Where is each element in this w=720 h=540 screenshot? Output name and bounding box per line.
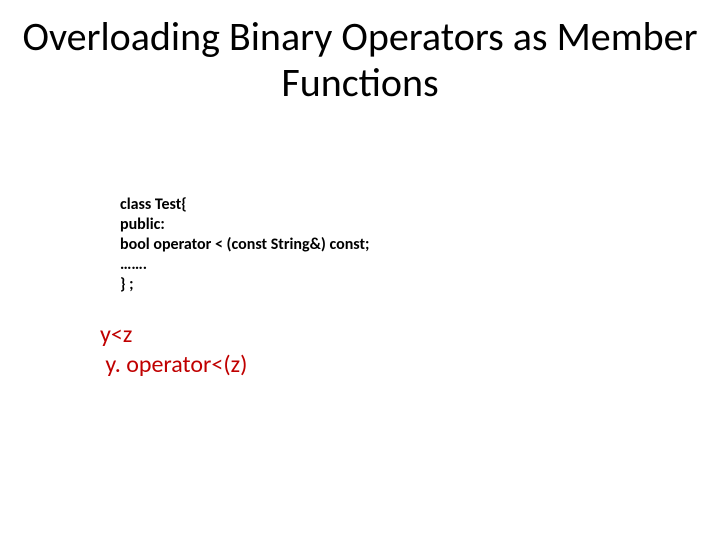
title-text: Overloading Binary Operators as Member F… bbox=[22, 12, 697, 107]
code-line: class Test{ bbox=[120, 195, 369, 215]
code-line: } ; bbox=[120, 275, 369, 295]
example-line: y<z bbox=[100, 320, 247, 350]
code-line: bool operator < (const String&) const; bbox=[120, 235, 369, 255]
slide: Overloading Binary Operators as Member F… bbox=[0, 0, 720, 540]
example-block: y<z y. operator<(z) bbox=[100, 320, 247, 380]
code-line: ……. bbox=[120, 255, 369, 275]
code-block: class Test{ public: bool operator < (con… bbox=[120, 195, 369, 295]
slide-title: Overloading Binary Operators as Member F… bbox=[0, 14, 720, 106]
code-line: public: bbox=[120, 215, 369, 235]
example-line: y. operator<(z) bbox=[100, 350, 247, 380]
